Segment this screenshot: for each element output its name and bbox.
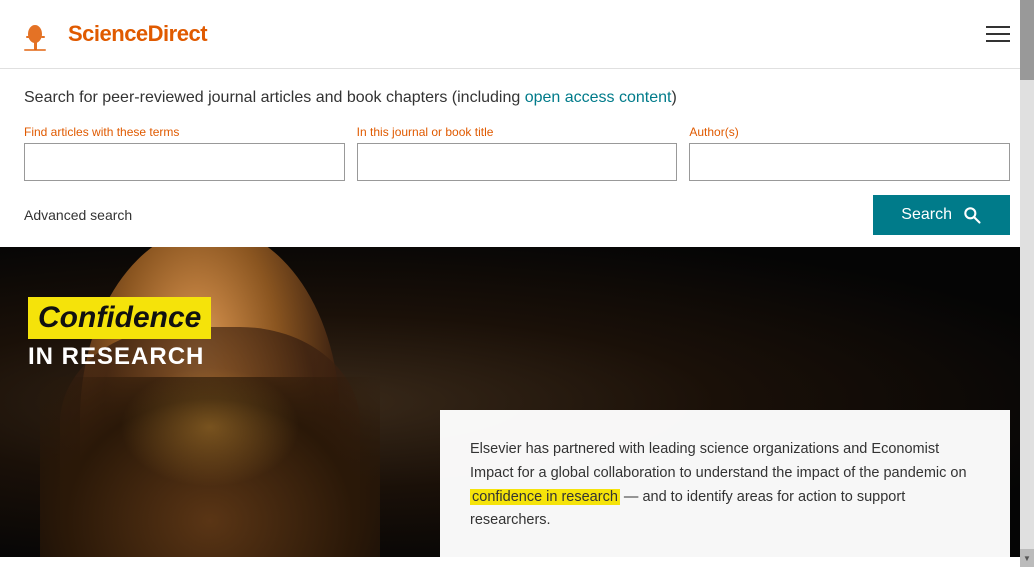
author-input[interactable] xyxy=(689,143,1010,181)
field3-label: Author(s) xyxy=(689,125,1010,139)
info-highlight: confidence in research xyxy=(470,489,620,505)
info-text-before: Elsevier has partnered with leading scie… xyxy=(470,441,967,481)
header: ScienceDirect xyxy=(0,0,1034,69)
advanced-search-link[interactable]: Advanced search xyxy=(24,207,132,223)
headline-text-start: Search for peer-reviewed journal article… xyxy=(24,89,525,106)
hero-section: Confidence IN RESEARCH Elsevier has part… xyxy=(0,247,1034,557)
search-button[interactable]: Search xyxy=(873,195,1010,235)
open-access-link[interactable]: open access content xyxy=(525,89,672,106)
field-group-articles: Find articles with these terms xyxy=(24,125,345,181)
info-card-paragraph: Elsevier has partnered with leading scie… xyxy=(470,438,980,534)
scrollbar-thumb[interactable] xyxy=(1020,0,1034,80)
hero-text-area: Confidence IN RESEARCH xyxy=(28,297,211,371)
search-section: Search for peer-reviewed journal article… xyxy=(0,69,1034,247)
journal-input[interactable] xyxy=(357,143,678,181)
confidence-badge: Confidence xyxy=(28,297,211,339)
articles-input[interactable] xyxy=(24,143,345,181)
hamburger-line-3 xyxy=(986,40,1010,42)
logo-area: ScienceDirect xyxy=(16,12,207,56)
info-card: Elsevier has partnered with leading scie… xyxy=(440,410,1010,558)
hamburger-line-2 xyxy=(986,33,1010,35)
search-fields: Find articles with these terms In this j… xyxy=(24,125,1010,181)
field-group-journal: In this journal or book title xyxy=(357,125,678,181)
headline-text-end: ) xyxy=(671,89,676,106)
scrollbar-arrow-down[interactable]: ▼ xyxy=(1020,549,1034,567)
field2-label: In this journal or book title xyxy=(357,125,678,139)
hero-image xyxy=(0,247,420,557)
in-research-text: IN RESEARCH xyxy=(28,343,211,371)
field-group-author: Author(s) xyxy=(689,125,1010,181)
menu-button[interactable] xyxy=(982,22,1014,46)
search-icon xyxy=(962,205,982,225)
confidence-text: Confidence xyxy=(38,301,201,334)
logo-text: ScienceDirect xyxy=(68,21,207,47)
field1-label: Find articles with these terms xyxy=(24,125,345,139)
elsevier-logo-icon xyxy=(16,12,60,56)
search-headline: Search for peer-reviewed journal article… xyxy=(24,87,1010,109)
hamburger-line-1 xyxy=(986,26,1010,28)
search-controls: Advanced search Search xyxy=(24,195,1010,235)
search-button-label: Search xyxy=(901,206,952,224)
scrollbar[interactable]: ▼ xyxy=(1020,0,1034,567)
